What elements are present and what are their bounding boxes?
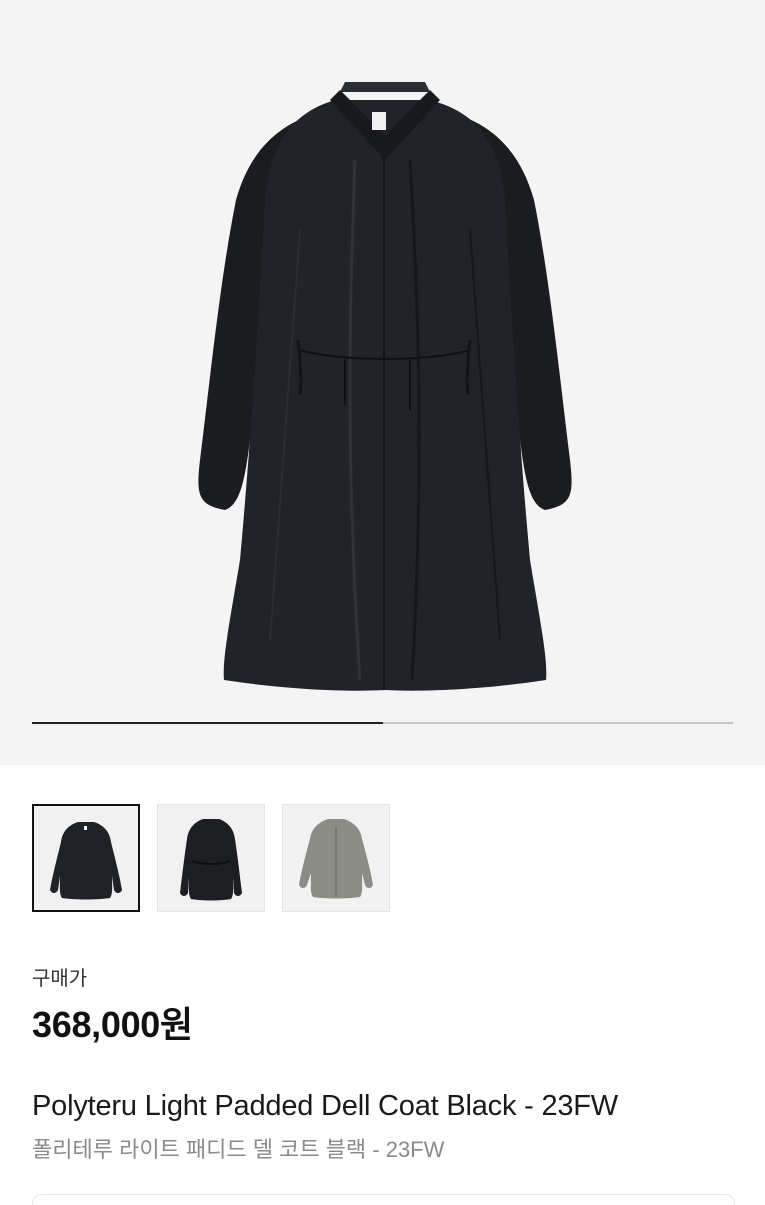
product-title-en: Polyteru Light Padded Dell Coat Black - …: [32, 1090, 618, 1122]
gallery-progress-bar: [32, 722, 733, 724]
product-title-ko: 폴리테루 라이트 패디드 델 코트 블랙 - 23FW: [32, 1137, 445, 1162]
coat-thumbnail-image: [50, 822, 122, 900]
coat-thumbnail-image: [180, 819, 242, 901]
gallery-progress-fill: [32, 722, 383, 724]
product-hero-image[interactable]: [0, 0, 765, 765]
coat-illustration: [198, 82, 572, 691]
price-label: 구매가: [32, 968, 88, 990]
thumbnail-black-coat-front[interactable]: [32, 804, 140, 912]
thumbnail-black-coat-belted[interactable]: [157, 804, 265, 912]
price-value: 368,000원: [32, 1004, 193, 1045]
thumbnail-grey-coat[interactable]: [282, 804, 390, 912]
coat-thumbnail-image: [299, 819, 373, 899]
